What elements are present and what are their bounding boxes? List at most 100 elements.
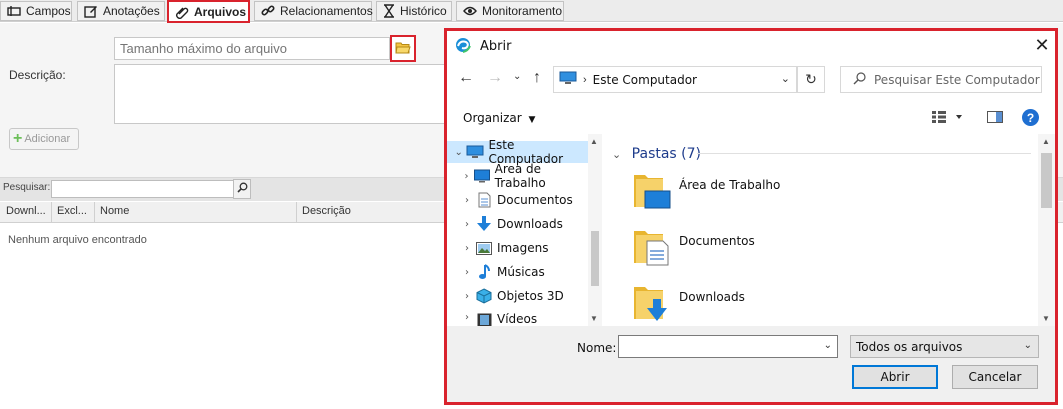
view-list-icon: [932, 111, 962, 126]
nav-pane-scroll-thumb[interactable]: [591, 231, 599, 286]
grid-search-button[interactable]: [233, 179, 251, 199]
eye-icon: [463, 4, 477, 18]
chevron-down-icon[interactable]: ⌄: [453, 147, 464, 158]
chevron-right-icon[interactable]: ›: [461, 291, 473, 302]
tab-historico[interactable]: Histórico: [376, 1, 452, 21]
nav-item-este-computador[interactable]: ⌄ Este Computador: [447, 138, 588, 166]
refresh-button[interactable]: ↻: [797, 66, 825, 93]
nav-item-downloads[interactable]: › Downloads: [447, 213, 588, 235]
tab-label: Histórico: [400, 4, 447, 18]
nav-pane-scrollbar[interactable]: [588, 134, 602, 326]
recent-locations-button[interactable]: ⌄: [513, 71, 521, 82]
help-icon: ?: [1026, 110, 1035, 125]
group-divider: [697, 153, 1031, 154]
chevron-down-icon[interactable]: ⌄: [824, 340, 832, 351]
search-icon: [853, 71, 866, 88]
content-scroll-thumb[interactable]: [1041, 153, 1052, 208]
open-file-dialog: Abrir ✕ ← → ⌄ ↑ › Este Computador ⌄ ↻ Pe…: [444, 28, 1058, 405]
videos-icon: [475, 312, 493, 326]
chevron-down-icon: ⌄: [513, 71, 522, 82]
cancel-button[interactable]: Cancelar: [952, 365, 1038, 389]
downloads-folder-icon[interactable]: [633, 283, 671, 323]
nav-item-objetos-3d[interactable]: › Objetos 3D: [447, 285, 588, 307]
paperclip-icon: [175, 5, 189, 19]
tab-relacionamentos[interactable]: Relacionamentos: [254, 1, 373, 21]
preview-pane-icon: [987, 111, 1003, 126]
address-bar[interactable]: › Este Computador ⌄: [553, 66, 797, 93]
tab-anotacoes[interactable]: Anotações: [77, 1, 165, 21]
nav-item-videos[interactable]: › Vídeos: [447, 309, 588, 326]
nav-item-musicas[interactable]: › Músicas: [447, 261, 588, 283]
close-icon: ✕: [1034, 34, 1050, 55]
chevron-right-icon[interactable]: ›: [461, 171, 472, 182]
tab-label: Relacionamentos: [280, 4, 373, 18]
chevron-right-icon[interactable]: ›: [461, 219, 473, 230]
arrow-up-icon: ↑: [533, 69, 541, 86]
grid-search-input[interactable]: [51, 180, 235, 198]
column-header-delete[interactable]: Excl...: [57, 205, 87, 217]
add-button[interactable]: + Adicionar: [9, 128, 79, 150]
up-button[interactable]: ↑: [533, 69, 541, 87]
nav-item-label: Documentos: [497, 193, 573, 207]
organize-label: Organizar: [463, 111, 522, 125]
chevron-right-icon[interactable]: ›: [461, 267, 473, 278]
nav-item-imagens[interactable]: › Imagens: [447, 237, 588, 259]
folder-open-icon: [395, 41, 411, 57]
scroll-up-icon[interactable]: ▲: [590, 137, 598, 146]
column-header-name[interactable]: Nome: [100, 205, 129, 217]
group-header-label: Pastas (7): [631, 146, 702, 162]
edit-note-icon: [84, 4, 98, 18]
organize-menu[interactable]: Organizar ▼: [463, 111, 535, 125]
column-divider: [51, 202, 52, 223]
column-divider: [296, 202, 297, 223]
scroll-up-icon[interactable]: ▲: [1042, 137, 1050, 146]
breadcrumb-separator-icon: ›: [583, 73, 587, 86]
tab-label: Campos: [26, 4, 71, 18]
preview-pane-button[interactable]: [987, 111, 1003, 126]
nav-item-area-de-trabalho[interactable]: › Área de Trabalho: [447, 162, 588, 190]
dialog-title: Abrir: [480, 39, 512, 54]
folder-name[interactable]: Downloads: [679, 290, 745, 304]
tab-label: Anotações: [103, 4, 160, 18]
description-label: Descrição:: [9, 68, 66, 82]
back-button[interactable]: ←: [458, 69, 474, 87]
nav-item-label: Objetos 3D: [497, 289, 564, 303]
description-textarea[interactable]: [114, 64, 454, 124]
browse-file-button[interactable]: [390, 35, 416, 62]
file-size-input[interactable]: [114, 37, 390, 60]
chevron-right-icon[interactable]: ›: [461, 243, 473, 254]
link-icon: [261, 4, 275, 18]
chevron-down-icon[interactable]: ⌄: [781, 72, 790, 85]
column-header-download[interactable]: Downl...: [6, 205, 46, 217]
tab-campos[interactable]: Campos: [0, 1, 72, 21]
chevron-right-icon[interactable]: ›: [461, 312, 473, 323]
dialog-close-button[interactable]: ✕: [1030, 33, 1054, 57]
nav-item-label: Imagens: [497, 241, 549, 255]
documents-folder-icon[interactable]: [633, 227, 671, 267]
computer-icon: [559, 71, 577, 88]
column-header-description[interactable]: Descrição: [302, 205, 351, 217]
scroll-down-icon[interactable]: ▼: [1042, 314, 1050, 323]
scroll-down-icon[interactable]: ▼: [590, 314, 598, 323]
forward-button[interactable]: →: [487, 69, 503, 87]
desktop-folder-icon[interactable]: [633, 171, 671, 211]
column-divider: [94, 202, 95, 223]
empty-grid-message: Nenhum arquivo encontrado: [8, 234, 147, 246]
search-icon: [236, 182, 248, 196]
tab-arquivos[interactable]: Arquivos: [167, 0, 250, 23]
folder-name[interactable]: Documentos: [679, 234, 755, 248]
cancel-button-label: Cancelar: [968, 370, 1022, 384]
change-view-button[interactable]: [932, 111, 962, 126]
open-button-label: Abrir: [880, 370, 910, 384]
folders-group-header[interactable]: ⌄ Pastas (7): [612, 146, 701, 162]
help-button[interactable]: ?: [1022, 109, 1039, 126]
file-type-select[interactable]: Todos os arquivos ⌄: [850, 335, 1039, 358]
tab-monitoramento[interactable]: Monitoramento: [456, 1, 564, 21]
nav-item-label: Músicas: [497, 265, 545, 279]
dialog-search-box[interactable]: Pesquisar Este Computador: [840, 66, 1042, 93]
open-button[interactable]: Abrir: [852, 365, 938, 389]
folder-name[interactable]: Área de Trabalho: [679, 178, 780, 192]
file-name-input[interactable]: ⌄: [618, 335, 838, 358]
chevron-right-icon[interactable]: ›: [461, 195, 473, 206]
nav-item-documentos[interactable]: › Documentos: [447, 189, 588, 211]
